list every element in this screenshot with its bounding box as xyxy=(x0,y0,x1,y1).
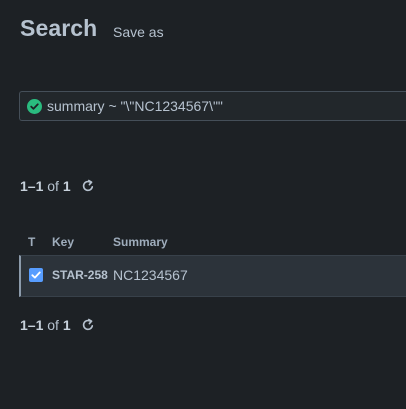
pagination-of-label: of xyxy=(47,178,59,194)
check-circle-icon xyxy=(27,99,42,114)
pagination-of-label: of xyxy=(47,317,59,333)
pagination-range: 1–1 xyxy=(20,178,44,194)
pagination-range: 1–1 xyxy=(20,317,44,333)
pagination-total: 1 xyxy=(62,317,71,333)
issue-summary[interactable]: NC1234567 xyxy=(113,267,188,283)
save-as-button[interactable]: Save as xyxy=(113,24,164,40)
pagination-top: 1–1 of 1 xyxy=(20,178,95,196)
search-page: Search Save as summary ~ "\"NC1234567\""… xyxy=(0,0,406,409)
pagination-total: 1 xyxy=(62,178,71,194)
column-header-summary[interactable]: Summary xyxy=(113,235,168,249)
search-query-text: summary ~ "\"NC1234567\"" xyxy=(47,98,223,114)
page-title: Search xyxy=(20,15,98,41)
refresh-icon[interactable] xyxy=(81,179,95,196)
column-header-key[interactable]: Key xyxy=(52,235,74,249)
table-row[interactable]: STAR-258 NC1234567 xyxy=(19,255,406,297)
pagination-bottom: 1–1 of 1 xyxy=(20,317,95,335)
issue-key-link[interactable]: STAR-258 xyxy=(52,268,108,282)
issue-type-checkbox-icon xyxy=(29,268,43,282)
column-header-type[interactable]: T xyxy=(28,235,35,249)
search-query-input[interactable]: summary ~ "\"NC1234567\"" xyxy=(19,91,406,121)
refresh-icon[interactable] xyxy=(81,318,95,335)
